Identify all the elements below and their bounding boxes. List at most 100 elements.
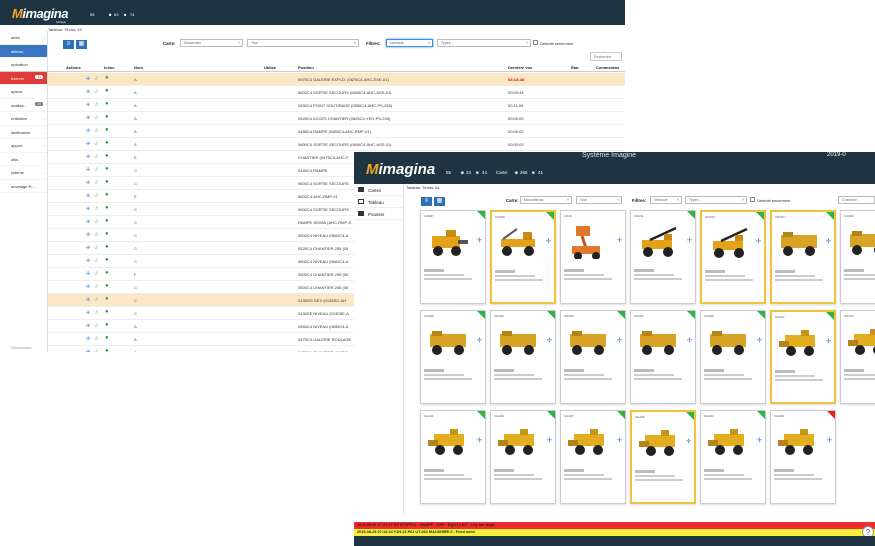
locate-icon[interactable]: ✢ <box>477 437 482 444</box>
vehicle-card[interactable]: CHA41 ✢ <box>420 410 486 504</box>
locate-icon[interactable]: ✢ <box>86 336 90 342</box>
locate-icon[interactable]: ✢ <box>757 337 762 344</box>
sidebar-item-observer[interactable]: bserver 11 <box>0 71 47 85</box>
vehicle-card[interactable]: LIF20 ✢ <box>560 210 626 304</box>
vehicle-card[interactable]: CHA07 ✢ <box>560 410 626 504</box>
sidebar-item-cartes[interactable]: Cartes <box>354 184 403 196</box>
locate-icon[interactable]: ✢ <box>687 337 692 344</box>
carte-select[interactable]: Mouvelle ab ˅ <box>520 196 572 204</box>
grid-view-button[interactable]: ▦ <box>76 40 87 49</box>
locate-icon[interactable]: ✢ <box>826 238 831 245</box>
col-commentaire[interactable]: Commentair <box>596 65 619 70</box>
sidebar-item-outils[interactable]: utils › <box>0 153 47 166</box>
sidebar-item-tableau[interactable]: ableau <box>0 44 47 58</box>
history-icon[interactable]: ↺ <box>94 336 98 342</box>
col-icone[interactable]: Icône <box>104 65 114 70</box>
col-nom[interactable]: Nom <box>134 65 143 70</box>
sidebar-item-cartes[interactable]: artes › <box>0 31 47 45</box>
locate-icon[interactable]: ✢ <box>546 238 551 245</box>
locate-icon[interactable]: ✢ <box>617 237 622 244</box>
history-icon[interactable]: ↺ <box>94 245 98 251</box>
history-icon[interactable]: ↺ <box>94 219 98 225</box>
vehicle-card[interactable]: CHA06 ✢ <box>630 410 696 504</box>
table-row[interactable]: ✢ ↺ ● A 0675C4 GALERIE EXPLO. (0675C4-AHC-EX… <box>48 73 625 86</box>
vehicle-card[interactable]: CHA01 ✢ <box>630 310 696 404</box>
sidebar-item-systeme[interactable]: ystème › <box>0 166 47 180</box>
list-view-button[interactable]: ≡ <box>63 40 74 49</box>
locate-icon[interactable]: ✢ <box>617 437 622 444</box>
locate-icon[interactable]: ✢ <box>86 102 90 108</box>
locate-icon[interactable]: ✢ <box>86 258 90 264</box>
search-input[interactable]: Recherche <box>590 52 622 61</box>
types-select[interactable]: Types... ˅ <box>437 39 531 47</box>
history-icon[interactable]: ↺ <box>94 258 98 264</box>
locate-icon[interactable]: ✢ <box>86 141 90 147</box>
locate-icon[interactable]: ✢ <box>86 167 90 173</box>
locate-icon[interactable]: ✢ <box>826 338 831 345</box>
sidebar-item-sauvetage[interactable]: auvetage R... <box>0 180 47 193</box>
detecte-checkbox[interactable] <box>750 197 755 202</box>
locate-icon[interactable]: ✢ <box>86 115 90 121</box>
locate-icon[interactable]: ✢ <box>86 297 90 303</box>
locate-icon[interactable]: ✢ <box>86 128 90 134</box>
locate-icon[interactable]: ✢ <box>86 349 90 352</box>
history-icon[interactable]: ↺ <box>94 323 98 329</box>
logout-link[interactable]: Déconnexion <box>11 346 31 350</box>
history-icon[interactable]: ↺ <box>94 115 98 121</box>
col-etat[interactable]: État <box>571 65 579 70</box>
history-icon[interactable]: ↺ <box>94 232 98 238</box>
sidebar-item-rapport[interactable]: apport › <box>0 139 47 153</box>
table-row[interactable]: ✢ ↺ ● A 0525C4 ACCES CHANTIER (0525C4-YEH-PS… <box>48 112 625 125</box>
sidebar-item-pousser[interactable]: Pousser <box>354 208 403 220</box>
locate-icon[interactable]: ✢ <box>86 245 90 251</box>
locate-icon[interactable]: ✢ <box>86 271 90 277</box>
history-icon[interactable]: ↺ <box>94 297 98 303</box>
filtre-select[interactable]: Véhicule ˅ <box>650 196 682 204</box>
col-utilise[interactable]: Utilisé <box>264 65 276 70</box>
history-icon[interactable]: ↺ <box>94 206 98 212</box>
col-derniere-vue[interactable]: Dernière vue <box>508 65 532 70</box>
locate-icon[interactable]: ✢ <box>86 323 90 329</box>
history-icon[interactable]: ↺ <box>94 167 98 173</box>
vehicle-card[interactable]: UGR10 ✢ <box>700 210 766 304</box>
app-logo[interactable]: Mimagina by Mappia <box>12 6 68 24</box>
history-icon[interactable]: ↺ <box>94 271 98 277</box>
locate-icon[interactable]: ✢ <box>86 89 90 95</box>
search-input[interactable]: Chercher <box>838 196 875 204</box>
grid-view-button[interactable]: ▦ <box>434 197 445 206</box>
locate-icon[interactable]: ✢ <box>86 180 90 186</box>
table-row[interactable]: ✢ ↺ ● A 0600C4 SORTIE SECOURS (0600C4-AHC-AS… <box>48 138 625 151</box>
vehicle-card[interactable]: CHA09 ✢ <box>770 410 836 504</box>
history-icon[interactable]: ↺ <box>94 284 98 290</box>
col-actions[interactable]: Actions <box>66 65 81 70</box>
vehicle-card[interactable]: CHA07 ✢ <box>770 310 836 404</box>
vehicle-card[interactable]: CHA08 ✢ <box>700 310 766 404</box>
locate-icon[interactable]: ✢ <box>827 437 832 444</box>
carte-sub-select[interactable]: Tout ˅ <box>576 196 622 204</box>
carte-sub-select[interactable]: Tout ˅ <box>247 39 359 47</box>
sidebar-item-planificateur[interactable]: lanificateur › <box>0 126 47 139</box>
vehicle-card[interactable]: CAM47 ✢ <box>420 210 486 304</box>
history-icon[interactable]: ↺ <box>94 154 98 160</box>
history-icon[interactable]: ↺ <box>94 89 98 95</box>
locate-icon[interactable]: ✢ <box>757 437 762 444</box>
filtre-select[interactable]: Nomade ˅ <box>386 39 433 47</box>
vehicle-card[interactable]: UNC07 ✢ <box>770 210 836 304</box>
locate-icon[interactable]: ✢ <box>86 193 90 199</box>
vehicle-card[interactable]: CUR40 ✢ <box>490 210 556 304</box>
table-row[interactable]: ✢ ↺ ● A 0600C4 SORTIE SECOURS (0600C4-AHC-AS… <box>48 86 625 99</box>
locate-icon[interactable]: ✢ <box>86 310 90 316</box>
locate-icon[interactable]: ✢ <box>547 337 552 344</box>
table-row[interactable]: ✢ ↺ ● A 0485C4 RAMPE (0485C4-AHC-RMP-01) 00:0… <box>48 125 625 138</box>
history-icon[interactable]: ↺ <box>94 128 98 134</box>
history-icon[interactable]: ↺ <box>94 310 98 316</box>
sidebar-item-capteur[interactable]: apteur › <box>0 85 47 99</box>
locate-icon[interactable]: ✢ <box>477 337 482 344</box>
sidebar-item-localisation[interactable]: ocalisa... 30 <box>0 99 47 112</box>
app-logo[interactable]: Mimagina <box>366 161 435 178</box>
locate-icon[interactable]: ✢ <box>86 206 90 212</box>
col-position[interactable]: Position <box>298 65 314 70</box>
locate-icon[interactable]: ✢ <box>477 237 482 244</box>
vehicle-card[interactable]: CHA03 ✢ <box>700 410 766 504</box>
history-icon[interactable]: ↺ <box>94 193 98 199</box>
